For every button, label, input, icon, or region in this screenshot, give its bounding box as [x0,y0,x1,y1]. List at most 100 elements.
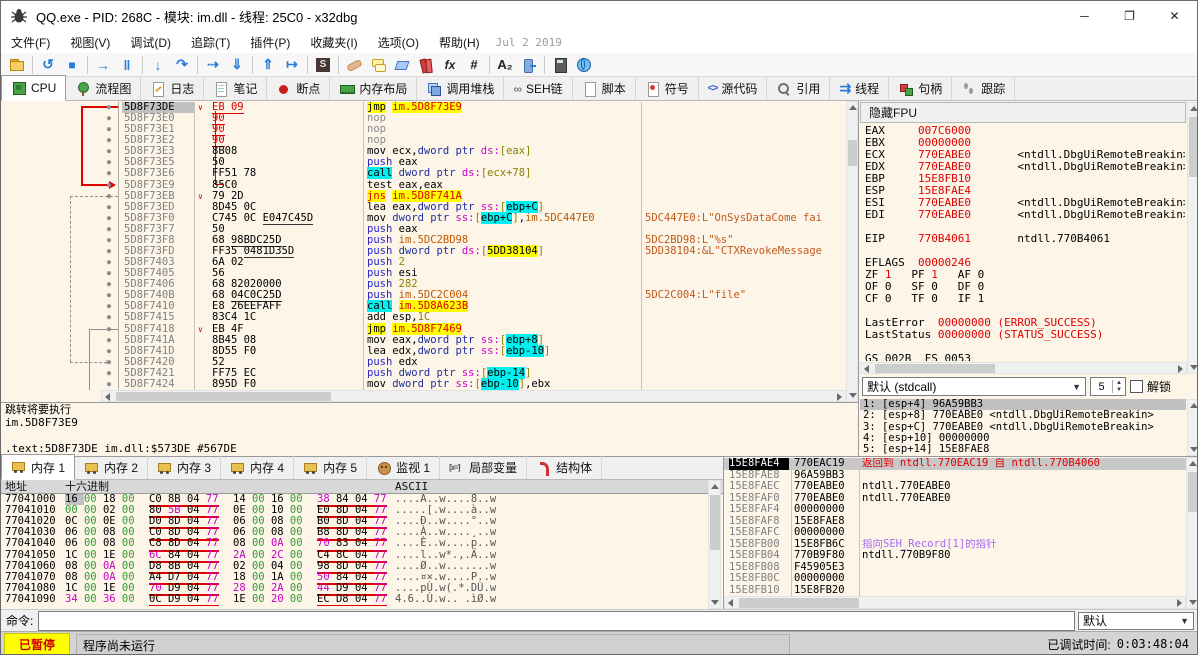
tab-日志[interactable]: 日志 [141,77,204,100]
breakpoint-dot[interactable]: ● [101,202,117,213]
breakpoint-dot[interactable]: ● [101,290,117,301]
stop-debug-button[interactable]: ■ [60,54,84,76]
breakpoint-dot[interactable]: ● [101,346,117,357]
breakpoint-dot[interactable]: ● [101,168,117,179]
disassembly-pane[interactable]: > ●5D8F73DE∨EB 09jmp im.5D8F73E9●5D8F73E… [1,101,858,402]
register-line[interactable]: LastStatus 00000000 (STATUS_SUCCESS) [865,329,1185,341]
stack-hscrollbar[interactable] [724,596,1186,609]
tab-局部变量[interactable]: [x=]局部变量 [440,456,527,479]
tab-符号[interactable]: 符号 [636,77,699,100]
tab-引用[interactable]: 引用 [767,77,830,100]
stack-vscrollbar[interactable] [1186,457,1198,609]
hide-fpu-button[interactable]: 隐藏FPU [860,102,1186,123]
breakpoint-dot[interactable]: ● [101,257,117,268]
tab-源代码[interactable]: <>源代码 [699,77,768,100]
registers-vscrollbar[interactable] [1187,102,1198,374]
menu-item[interactable]: 追踪(T) [181,31,240,54]
menu-item[interactable]: 插件(P) [240,31,300,54]
tab-内存-3[interactable]: 内存 3 [148,456,221,479]
breakpoint-dot[interactable]: ● [101,102,117,113]
labels-button[interactable] [390,54,414,76]
tab-cpu[interactable]: CPU [1,75,66,101]
breakpoint-dot[interactable]: ● [101,113,117,124]
step-into-button[interactable]: ↓ [146,54,170,76]
calling-convention-select[interactable]: 默认 (stdcall) ▼ [862,377,1086,396]
font-settings-button[interactable]: A₂ [493,54,517,76]
breakpoint-dot[interactable]: ● [101,224,117,235]
calculator-button[interactable] [548,54,572,76]
breakpoint-dot[interactable]: ● [101,324,117,335]
register-list[interactable]: EAX 007C6000EBX 00000000ECX 770EABE0 <nt… [865,125,1185,361]
breakpoint-dot[interactable]: ● [101,368,117,379]
register-line[interactable]: CF 0 TF 0 IF 1 [865,293,1185,305]
tab-结构体[interactable]: 结构体 [527,456,602,479]
tab-内存-4[interactable]: 内存 4 [221,456,294,479]
argument-row[interactable]: 5: [esp+14] 15E8FAE8 [860,444,1186,455]
dump-vscrollbar[interactable] [708,480,721,609]
step-out-button[interactable]: ⇓ [225,54,249,76]
tab-内存-2[interactable]: 内存 2 [75,456,148,479]
notify-button[interactable] [517,54,541,76]
snowman-button[interactable]: # [462,54,486,76]
arguments-vscrollbar[interactable] [1187,399,1198,456]
stack-row[interactable]: 15E8FAEC770EABE0ntdll.770EABE0 [724,481,1186,493]
tab-seh链[interactable]: ∞SEH链 [504,77,572,100]
scylla-button[interactable]: S [311,54,335,76]
stack-row[interactable]: 15E8FB0C00000000 [724,573,1186,585]
tab-句柄[interactable]: 句柄 [889,77,952,100]
tab-跟踪[interactable]: 跟踪 [952,77,1015,100]
stack-pane[interactable]: 15E8FAE4770EAC19返回到 ntdll.770EAC19 自 ntd… [723,457,1198,610]
unlock-checkbox[interactable] [1130,380,1143,393]
tab-内存-1[interactable]: 内存 1 [1,454,75,480]
stack-row[interactable]: 15E8FB1015E8FB20 [724,585,1186,597]
menu-item[interactable]: 帮助(H) [429,31,490,54]
breakpoint-dot[interactable]: ● [101,279,117,290]
tab-线程[interactable]: ⇉线程 [830,77,889,100]
breakpoint-dot[interactable]: ● [101,312,117,323]
restart-button[interactable]: ↺ [36,54,60,76]
breakpoint-dot[interactable]: ● [101,180,117,191]
registers-hscrollbar[interactable] [860,362,1187,374]
tab-调用堆栈[interactable]: 调用堆栈 [417,77,504,100]
comments-button[interactable] [366,54,390,76]
tab-脚本[interactable]: 脚本 [573,77,636,100]
pause-button[interactable]: ‖ [115,54,139,76]
command-input[interactable] [38,611,1075,631]
menu-item[interactable]: 选项(O) [368,31,429,54]
breakpoint-dot[interactable]: ● [101,335,117,346]
tab-流程图[interactable]: 流程图 [66,77,141,100]
menu-item[interactable]: 文件(F) [1,31,60,54]
run-button[interactable]: → [91,54,115,76]
register-line[interactable]: EDI 770EABE0 <ntdll.DbgUiRemoteBreakin> [865,209,1185,221]
execute-till-return-button[interactable]: ⇑ [256,54,280,76]
command-script-select[interactable]: 默认 ▼ [1078,612,1194,630]
run-trace-button[interactable]: ⇢ [201,54,225,76]
breakpoint-dot[interactable]: ● [101,191,117,202]
functions-button[interactable]: fx [438,54,462,76]
step-over-button[interactable]: ↷ [170,54,194,76]
disasm-vscrollbar[interactable] [846,101,858,402]
register-line[interactable]: GS 002B FS 0053 [865,353,1185,361]
disasm-row[interactable]: ●5D8F7424895D F0mov dword ptr ss:[ebp-10… [1,379,846,390]
hex-dump[interactable]: 7704100016 00 18 00C0 8B 04 7714 00 16 0… [1,494,708,606]
breakpoint-dot[interactable]: ● [101,157,117,168]
stack-row[interactable]: 15E8FAF400000000 [724,504,1186,516]
close-button[interactable]: ✕ [1152,1,1197,31]
dump-row[interactable]: 7704109034 00 36 000C D9 04 771E 00 20 0… [1,594,708,605]
breakpoint-dot[interactable]: ● [101,146,117,157]
tab-内存-5[interactable]: 内存 5 [294,456,367,479]
stack-row[interactable]: 15E8FB04770B9F80ntdll.770B9F80 [724,550,1186,562]
breakpoint-dot[interactable]: ● [101,235,117,246]
breakpoint-dot[interactable]: ● [101,357,117,368]
argument-row[interactable]: 2: [esp+8] 770EABE0 <ntdll.DbgUiRemoteBr… [860,410,1186,421]
breakpoint-dot[interactable]: ● [101,124,117,135]
disasm-row[interactable]: ●5D8F741583C4 1Cadd esp,1C [1,312,846,323]
arg-count-stepper[interactable]: 5 ▲▼ [1090,377,1126,396]
tab-笔记[interactable]: 笔记 [204,77,267,100]
arguments-pane[interactable]: 1: [esp+4] 96A59BB32: [esp+8] 770EABE0 <… [860,399,1186,456]
tab-断点[interactable]: 断点 [267,77,330,100]
patches-button[interactable] [342,54,366,76]
disasm-row[interactable]: ●5D8F73E985C0test eax,eax [1,180,846,191]
stack-row[interactable]: 15E8FAFC00000000 [724,527,1186,539]
minimize-button[interactable]: ─ [1062,1,1107,31]
